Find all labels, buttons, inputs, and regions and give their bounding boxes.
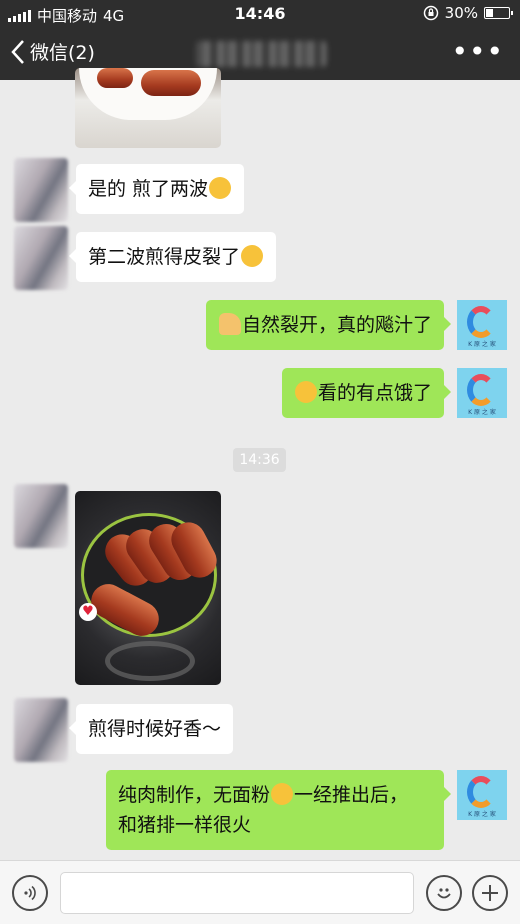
hungry-emoji-icon: [294, 381, 317, 403]
thumbs-up-emoji-icon: [218, 313, 241, 335]
joy-emoji-icon: [241, 245, 264, 267]
emoji-button[interactable]: [426, 875, 462, 911]
message-bubble-sent[interactable]: 纯肉制作，无面粉 一经推出后， 和猪排一样很火: [106, 770, 451, 850]
message-text: 是的 煎了两波: [88, 178, 209, 200]
chat-title-redacted: [196, 41, 326, 67]
heart-sticker-icon: ♥: [79, 603, 97, 621]
message-bubble-sent[interactable]: 自然裂开，真的飚汁了: [205, 300, 452, 350]
plus-icon: [482, 885, 498, 901]
plus-button[interactable]: [472, 875, 508, 911]
avatar-self[interactable]: K 原 之 家: [457, 368, 507, 418]
message-text-part2: 一经推出后，: [294, 784, 409, 806]
avatar-self[interactable]: K 原 之 家: [457, 300, 507, 350]
back-button[interactable]: 微信(2): [10, 38, 95, 65]
avatar-self[interactable]: K 原 之 家: [457, 770, 507, 820]
message-text-line2: 和猪排一样很火: [118, 814, 252, 836]
rotation-lock-icon: [423, 5, 438, 21]
timestamp: 14:36: [233, 448, 286, 472]
message-text: 第二波煎得皮裂了: [88, 246, 241, 268]
back-label: 微信(2): [30, 42, 95, 64]
message-text: 看的有点饿了: [317, 382, 432, 404]
smiley-icon: [437, 888, 451, 899]
battery-icon: [484, 7, 513, 19]
status-bar: 中国移动 4G 14:46 30%: [0, 0, 520, 28]
avatar-contact[interactable]: [14, 158, 68, 222]
message-text: 自然裂开，真的飚汁了: [241, 314, 432, 336]
flushed-emoji-icon: [271, 783, 294, 805]
avatar-contact[interactable]: [14, 484, 68, 548]
status-right: 30%: [423, 4, 513, 22]
avatar-contact[interactable]: [14, 226, 68, 290]
message-bubble-sent[interactable]: 看的有点饿了: [281, 368, 452, 418]
joy-emoji-icon: [209, 177, 232, 199]
message-bubble-received[interactable]: 是的 煎了两波: [68, 164, 245, 214]
more-options-button[interactable]: •••: [451, 38, 504, 66]
sausage-plate-image[interactable]: [75, 68, 221, 148]
message-bubble-received[interactable]: 第二波煎得皮裂了: [68, 232, 277, 282]
voice-icon: [24, 885, 36, 901]
message-text-part1: 纯肉制作，无面粉: [118, 784, 271, 806]
chat-area[interactable]: 是的 煎了两波 第二波煎得皮裂了 自然裂开，真的飚汁了 K 原 之 家 看的有点…: [0, 68, 520, 860]
voice-button[interactable]: [12, 875, 48, 911]
sausage-pan-image[interactable]: ♥: [75, 491, 221, 685]
avatar-contact[interactable]: [14, 698, 68, 762]
battery-percent: 30%: [444, 4, 478, 22]
message-bubble-received[interactable]: 煎得时候好香～: [68, 704, 234, 754]
message-text: 煎得时候好香～: [88, 718, 222, 740]
message-input[interactable]: [60, 872, 414, 914]
chevron-left-icon: [11, 39, 24, 64]
input-bar: [0, 860, 520, 924]
